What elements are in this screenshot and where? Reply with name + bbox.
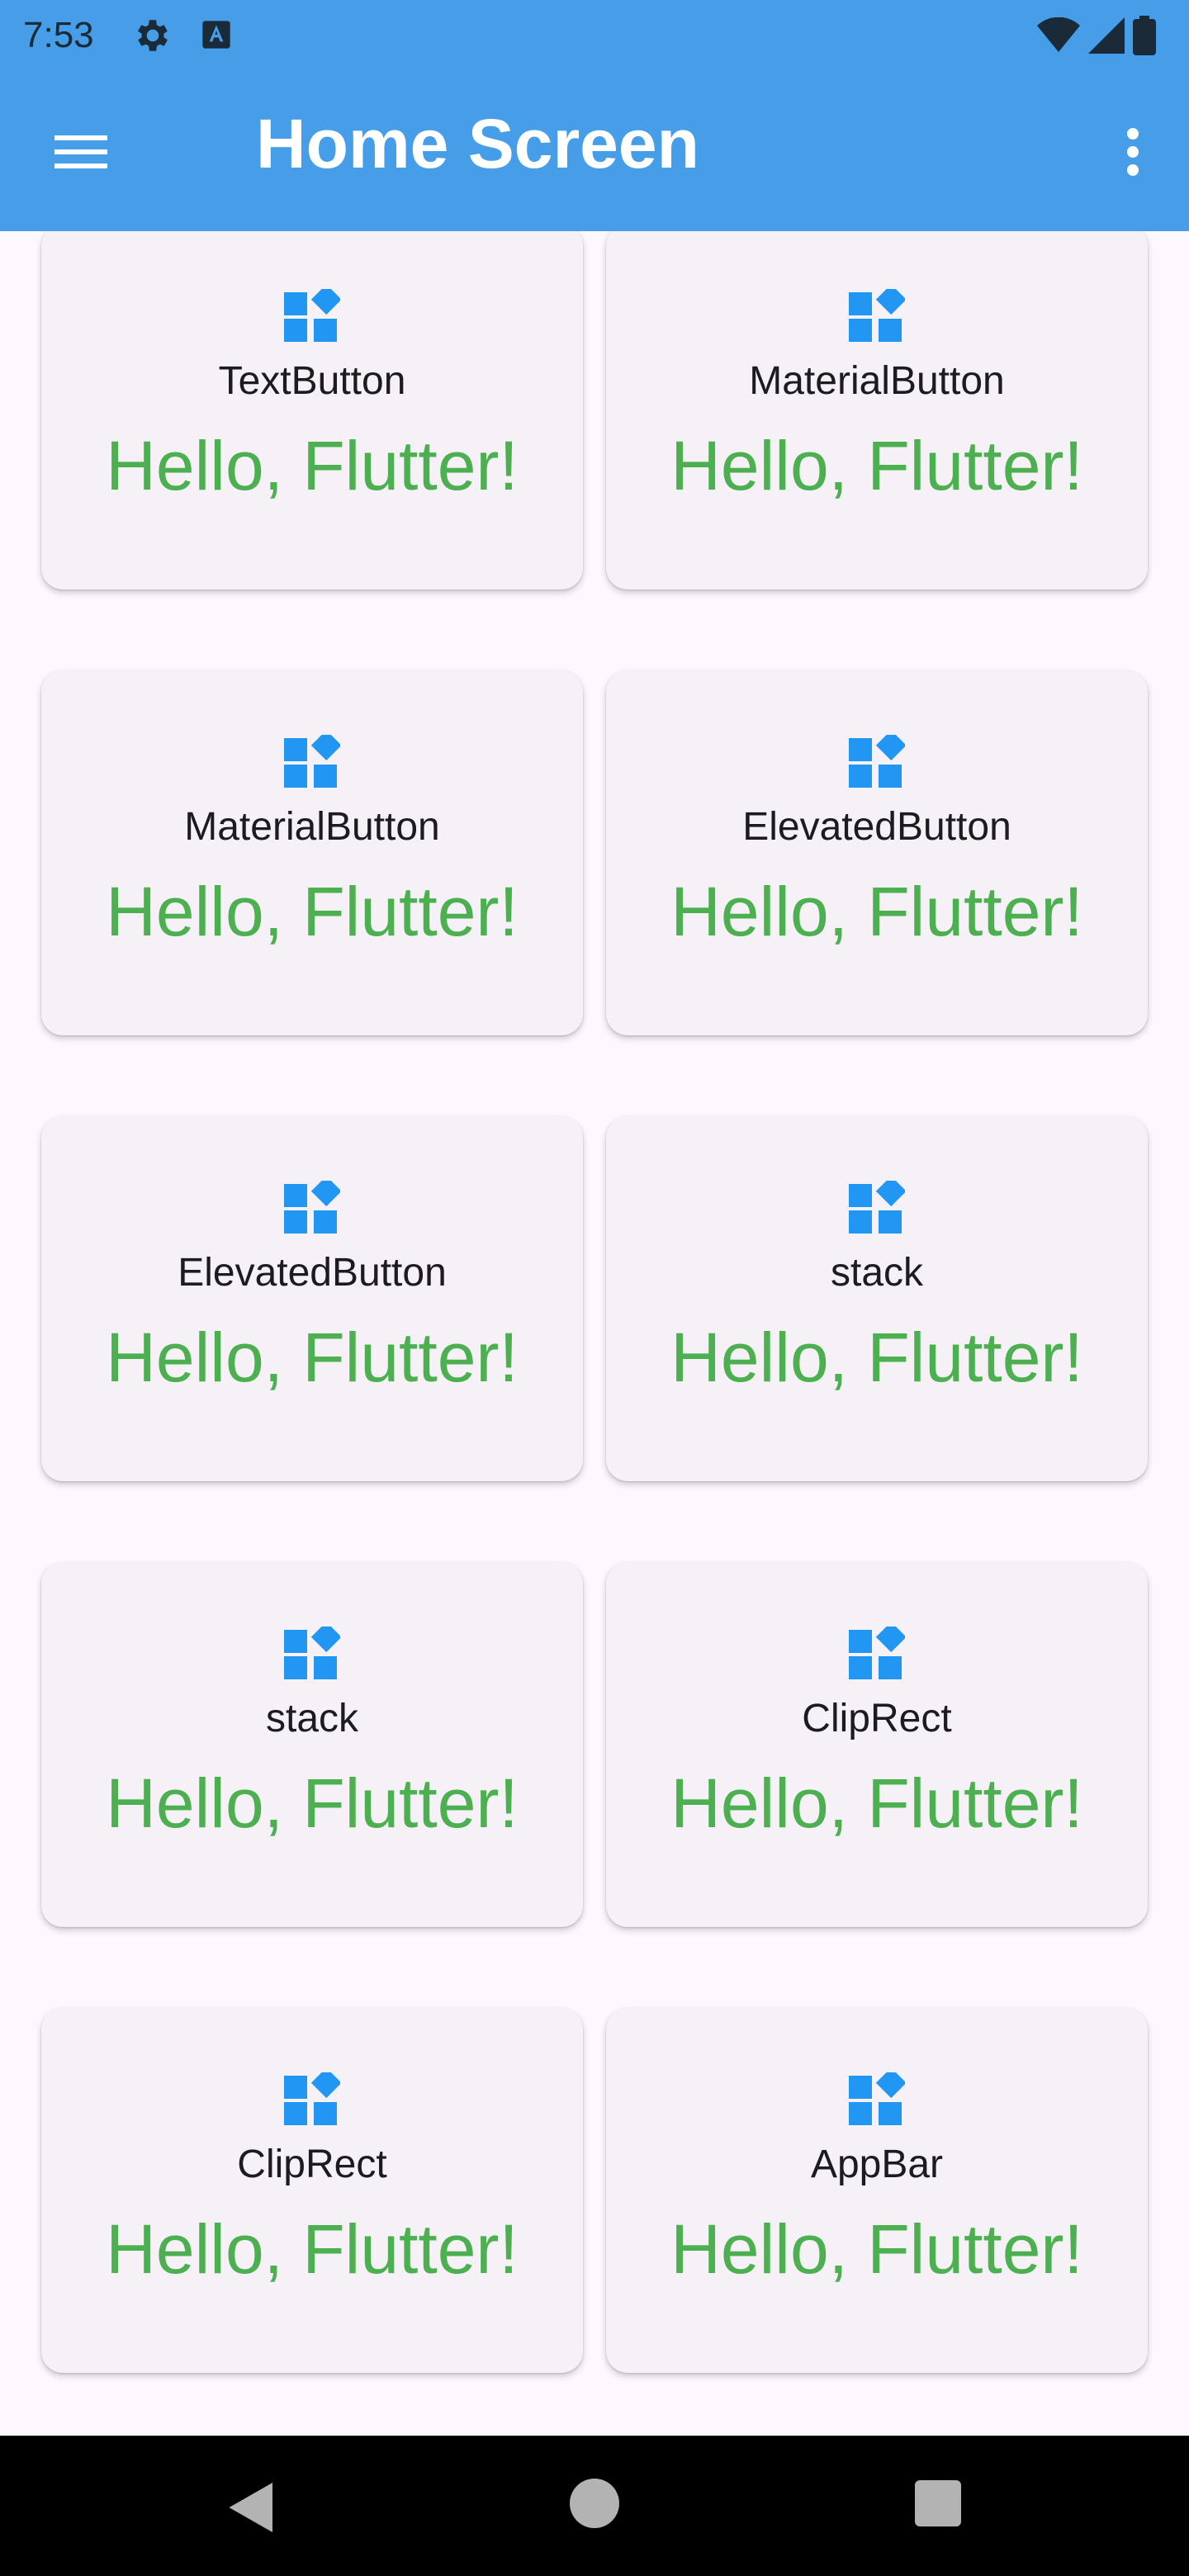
- widgets-icon: [849, 2072, 905, 2125]
- text-a-icon: [202, 21, 230, 49]
- more-vert-icon: [1127, 128, 1139, 176]
- widget-card[interactable]: ClipRect Hello, Flutter!: [41, 2008, 583, 2373]
- card-hello-text: Hello, Flutter!: [106, 427, 519, 504]
- card-hello-text: Hello, Flutter!: [106, 2210, 519, 2288]
- widget-card[interactable]: TextButton Hello, Flutter!: [41, 231, 583, 590]
- card-hello-text: Hello, Flutter!: [670, 1319, 1083, 1396]
- card-label: TextButton: [218, 359, 406, 403]
- menu-button[interactable]: [40, 111, 122, 193]
- card-label: ClipRect: [802, 1697, 952, 1740]
- hamburger-menu-icon: [54, 135, 107, 168]
- card-label: stack: [265, 1697, 359, 1740]
- widget-card[interactable]: MaterialButton Hello, Flutter!: [41, 670, 583, 1035]
- widgets-icon: [284, 735, 340, 788]
- system-nav-bar: [0, 2436, 1189, 2576]
- card-hello-text: Hello, Flutter!: [106, 873, 519, 950]
- widgets-icon: [849, 1181, 905, 1234]
- card-hello-text: Hello, Flutter!: [670, 873, 1083, 950]
- back-triangle-icon[interactable]: [223, 2479, 281, 2536]
- card-hello-text: Hello, Flutter!: [106, 1764, 519, 1842]
- card-hello-text: Hello, Flutter!: [670, 1764, 1083, 1842]
- widgets-icon: [284, 1181, 340, 1234]
- status-time: 7:53: [23, 15, 94, 55]
- widgets-icon: [849, 1627, 905, 1679]
- card-label: ElevatedButton: [178, 1251, 447, 1295]
- widget-card[interactable]: ClipRect Hello, Flutter!: [606, 1562, 1148, 1927]
- widgets-icon: [849, 735, 905, 788]
- content-scroll[interactable]: TextButton Hello, Flutter! MaterialButton H…: [0, 231, 1189, 2436]
- card-hello-text: Hello, Flutter!: [106, 1319, 519, 1396]
- widget-card[interactable]: stack Hello, Flutter!: [606, 1116, 1148, 1481]
- more-options-button[interactable]: [1092, 111, 1174, 193]
- widgets-icon: [849, 289, 905, 342]
- widgets-icon: [284, 289, 340, 342]
- page-title: Home Screen: [256, 105, 699, 182]
- card-grid: TextButton Hello, Flutter! MaterialButton H…: [41, 231, 1148, 2373]
- widget-card[interactable]: AppBar Hello, Flutter!: [606, 2008, 1148, 2373]
- card-hello-text: Hello, Flutter!: [670, 2210, 1083, 2288]
- app-bar: Home Screen: [0, 69, 1189, 231]
- widget-card[interactable]: MaterialButton Hello, Flutter!: [606, 231, 1148, 590]
- recents-square-icon[interactable]: [915, 2480, 961, 2526]
- card-label: MaterialButton: [184, 805, 440, 849]
- battery-icon: [1133, 16, 1156, 55]
- widget-card[interactable]: ElevatedButton Hello, Flutter!: [606, 670, 1148, 1035]
- card-label: stack: [830, 1251, 924, 1295]
- card-hello-text: Hello, Flutter!: [670, 427, 1083, 504]
- card-label: ClipRect: [237, 2143, 387, 2186]
- card-label: ElevatedButton: [742, 805, 1011, 849]
- widgets-icon: [284, 1627, 340, 1679]
- card-label: AppBar: [810, 2143, 944, 2186]
- wifi-icon: [1037, 17, 1080, 52]
- signal-icon: [1088, 17, 1125, 54]
- widget-card[interactable]: ElevatedButton Hello, Flutter!: [41, 1116, 583, 1481]
- widgets-icon: [284, 2072, 340, 2125]
- widget-card[interactable]: stack Hello, Flutter!: [41, 1562, 583, 1927]
- home-circle-icon[interactable]: [570, 2479, 619, 2528]
- status-bar: 7:53: [0, 0, 1189, 69]
- status-right-icons: [1037, 15, 1156, 56]
- gear-icon: [138, 20, 168, 51]
- card-label: MaterialButton: [749, 359, 1005, 403]
